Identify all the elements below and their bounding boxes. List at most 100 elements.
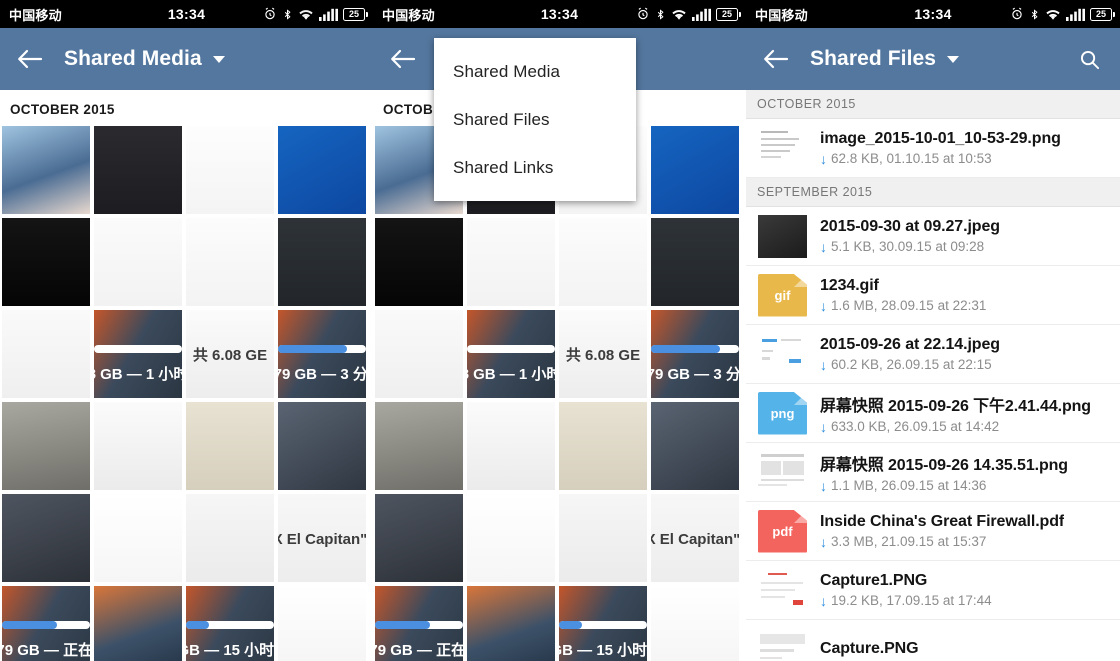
- media-tile[interactable]: [559, 218, 647, 306]
- media-tile[interactable]: OS X El Capitan"失败: [278, 494, 366, 582]
- wifi-icon: [1045, 8, 1061, 21]
- back-button[interactable]: [387, 43, 419, 75]
- media-tile[interactable]: OS X El Capitan"失败: [651, 494, 739, 582]
- file-row[interactable]: Capture.PNG: [746, 620, 1120, 661]
- file-subtitle: ↓ 60.2 KB, 26.09.15 at 22:15: [820, 357, 1000, 372]
- media-tile[interactable]: [186, 126, 274, 214]
- media-tile[interactable]: [2, 310, 90, 398]
- file-row[interactable]: Capture1.PNG ↓ 19.2 KB, 17.09.15 at 17:44: [746, 561, 1120, 620]
- tile-caption: 1.79 GB — 3 分钟: [651, 366, 739, 383]
- search-icon[interactable]: [1072, 42, 1106, 76]
- chevron-down-icon[interactable]: [212, 55, 225, 63]
- media-tile[interactable]: 共 6.08 GE: [559, 310, 647, 398]
- tile-caption: 8 GB — 1 小时: [94, 366, 182, 383]
- media-tile[interactable]: 8 GB — 1 小时: [94, 310, 182, 398]
- media-tile[interactable]: [278, 126, 366, 214]
- media-thumbnail: [186, 218, 274, 306]
- status-icons: 25: [636, 7, 746, 22]
- files-list: OCTOBER 2015 image_2015-10-01_10-53-29.pn…: [746, 90, 1120, 661]
- file-subtitle: ↓ 633.0 KB, 26.09.15 at 14:42: [820, 419, 1091, 434]
- file-subtitle: ↓ 62.8 KB, 01.10.15 at 10:53: [820, 151, 1061, 166]
- media-tile[interactable]: [467, 586, 555, 661]
- tile-caption: 1.79 GB — 正在计: [2, 642, 90, 659]
- media-tile[interactable]: [651, 218, 739, 306]
- media-tile[interactable]: [2, 218, 90, 306]
- media-tile[interactable]: [94, 402, 182, 490]
- file-row[interactable]: 屏幕快照 2015-09-26 14.35.51.png ↓ 1.1 MB, 26.…: [746, 443, 1120, 502]
- media-tile[interactable]: 8 GB — 15 小时 34: [559, 586, 647, 661]
- menu-item-shared-files[interactable]: Shared Files: [434, 96, 636, 144]
- file-row[interactable]: png 屏幕快照 2015-09-26 下午2.41.44.png ↓ 633.0 K…: [746, 384, 1120, 443]
- file-meta: image_2015-10-01_10-53-29.png ↓ 62.8 KB, 0…: [820, 130, 1061, 166]
- menu-item-shared-links[interactable]: Shared Links: [434, 144, 636, 192]
- media-tile[interactable]: [94, 586, 182, 661]
- file-row[interactable]: 2015-09-30 at 09.27.jpeg ↓ 5.1 KB, 30.09.1…: [746, 207, 1120, 266]
- media-tile[interactable]: [186, 402, 274, 490]
- media-tile[interactable]: [375, 402, 463, 490]
- bluetooth-icon: [655, 7, 666, 22]
- tile-caption: 8 GB — 15 小时 34: [559, 642, 647, 659]
- media-tile[interactable]: [559, 402, 647, 490]
- media-thumbnail: [559, 494, 647, 582]
- media-tile[interactable]: [94, 494, 182, 582]
- alarm-icon: [636, 7, 650, 21]
- media-tile[interactable]: [186, 494, 274, 582]
- media-tile[interactable]: 共 6.08 GE: [186, 310, 274, 398]
- status-bar: 中国移动 13:34 25: [373, 0, 746, 28]
- media-tile[interactable]: [651, 126, 739, 214]
- alarm-icon: [1010, 7, 1024, 21]
- media-tile[interactable]: [559, 494, 647, 582]
- media-tile[interactable]: [375, 218, 463, 306]
- signal-icon: [1066, 7, 1085, 21]
- media-tile[interactable]: [467, 494, 555, 582]
- media-tile[interactable]: 1.79 GB — 3 分钟: [278, 310, 366, 398]
- media-tile[interactable]: 1.79 GB — 正在计: [2, 586, 90, 661]
- chevron-down-icon[interactable]: [947, 55, 960, 63]
- download-arrow-icon: ↓: [820, 477, 827, 494]
- file-row[interactable]: pdf Inside China's Great Firewall.pdf ↓ 3.3…: [746, 502, 1120, 561]
- media-tile[interactable]: [186, 218, 274, 306]
- media-tile[interactable]: 8 GB — 1 小时: [467, 310, 555, 398]
- status-icons: 25: [1010, 7, 1120, 22]
- page-title: Shared Media: [64, 47, 202, 70]
- media-tile[interactable]: [94, 126, 182, 214]
- media-tile[interactable]: [278, 402, 366, 490]
- file-row[interactable]: 2015-09-26 at 22.14.jpeg ↓ 60.2 KB, 26.09.…: [746, 325, 1120, 384]
- media-tile[interactable]: [94, 218, 182, 306]
- file-size-date: 633.0 KB, 26.09.15 at 14:42: [831, 419, 1000, 434]
- media-thumbnail: [278, 126, 366, 214]
- file-subtitle: ↓ 1.6 MB, 28.09.15 at 22:31: [820, 298, 986, 313]
- media-tile[interactable]: [278, 586, 366, 661]
- media-thumbnail: [94, 218, 182, 306]
- media-tile[interactable]: [2, 494, 90, 582]
- media-tile[interactable]: [2, 126, 90, 214]
- back-button[interactable]: [14, 43, 46, 75]
- battery-level: 25: [721, 9, 732, 19]
- media-tile[interactable]: [651, 402, 739, 490]
- menu-item-shared-media[interactable]: Shared Media: [434, 48, 636, 96]
- media-tile[interactable]: 8 GB — 15 小时 34: [186, 586, 274, 661]
- media-tile[interactable]: [467, 218, 555, 306]
- file-size-date: 3.3 MB, 21.09.15 at 15:37: [831, 534, 987, 549]
- media-tile[interactable]: [2, 402, 90, 490]
- file-row[interactable]: image_2015-10-01_10-53-29.png ↓ 62.8 KB, 0…: [746, 119, 1120, 178]
- media-thumbnail: [467, 494, 555, 582]
- media-tile[interactable]: [651, 586, 739, 661]
- back-button[interactable]: [760, 43, 792, 75]
- battery-icon: 25: [343, 7, 368, 21]
- tile-caption: 1.79 GB — 3 分钟: [278, 366, 366, 383]
- media-tile[interactable]: [375, 310, 463, 398]
- photo-preview: [758, 214, 807, 258]
- media-thumbnail: [651, 126, 739, 214]
- signal-icon: [319, 7, 338, 21]
- media-tile[interactable]: [375, 494, 463, 582]
- media-tile[interactable]: [278, 218, 366, 306]
- file-name: Capture1.PNG: [820, 572, 928, 589]
- media-tile[interactable]: 1.79 GB — 正在计: [375, 586, 463, 661]
- document-preview: [758, 568, 807, 612]
- app-bar: Shared Media: [0, 28, 373, 90]
- media-tile[interactable]: 1.79 GB — 3 分钟: [651, 310, 739, 398]
- file-thumbnail: pdf: [758, 509, 807, 553]
- file-row[interactable]: gif 1234.gif ↓ 1.6 MB, 28.09.15 at 22:31: [746, 266, 1120, 325]
- media-tile[interactable]: [467, 402, 555, 490]
